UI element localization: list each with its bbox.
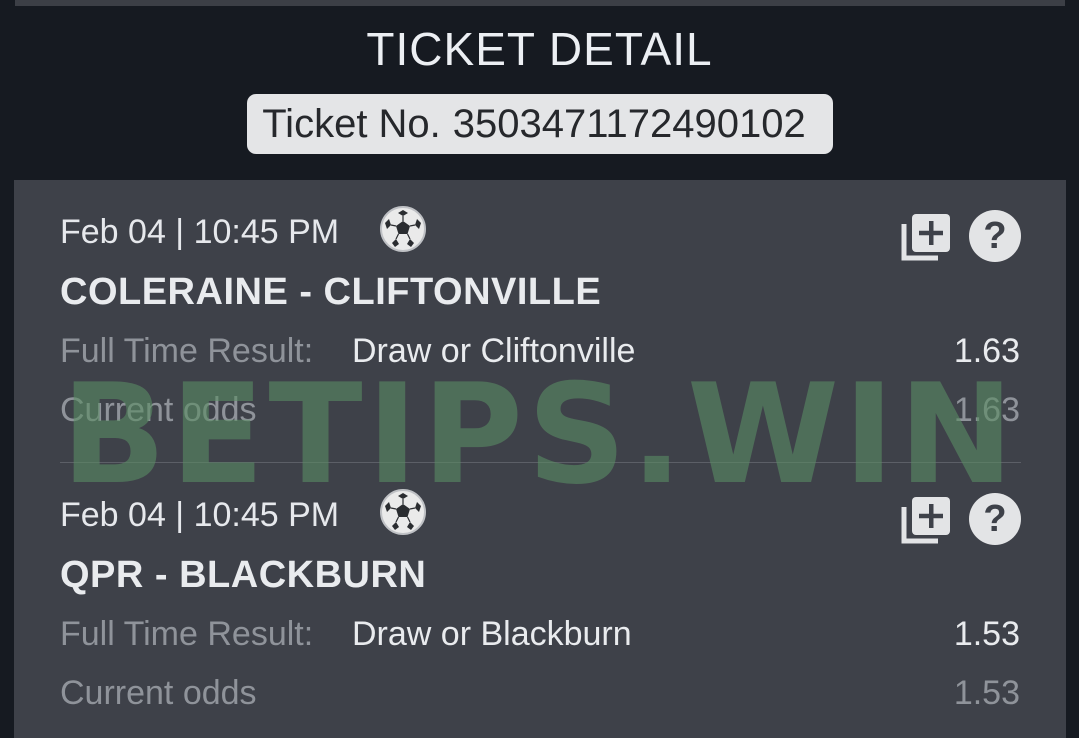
bet-odds: 1.53 — [953, 615, 1020, 653]
help-icon[interactable]: ? — [969, 210, 1021, 262]
top-bar — [15, 0, 1065, 6]
help-icon[interactable]: ? — [969, 493, 1021, 545]
current-odds-label: Current odds — [60, 391, 257, 429]
page-title: TICKET DETAIL — [366, 23, 713, 75]
market-label: Full Time Result: — [60, 332, 314, 370]
ticket-number-value: 3503471172490102 — [452, 102, 806, 146]
bet-pick: Draw or Cliftonville — [352, 332, 636, 370]
ticket-number-label: Ticket No. — [262, 102, 441, 146]
bet-date: Feb 04 | 10:45 PM — [60, 496, 340, 534]
match-name: COLERAINE - CLIFTONVILLE — [60, 271, 602, 313]
bet-odds: 1.63 — [953, 332, 1020, 370]
match-name: QPR - BLACKBURN — [60, 554, 427, 596]
bet-pick: Draw or Blackburn — [352, 615, 632, 653]
ticket-number-badge: Ticket No. 3503471172490102 — [247, 94, 833, 154]
bets-panel: Feb 04 | 10:45 PM ? COLERAINE - CLIFTONV… — [14, 180, 1066, 738]
bet-date: Feb 04 | 10:45 PM — [60, 213, 340, 251]
divider — [60, 462, 1021, 463]
current-odds-label: Current odds — [60, 674, 257, 712]
market-label: Full Time Result: — [60, 615, 314, 653]
current-odds-value: 1.53 — [953, 674, 1020, 712]
soccer-ball-icon — [380, 489, 426, 535]
soccer-ball-icon — [380, 206, 426, 252]
add-to-betslip-icon[interactable] — [900, 495, 952, 547]
current-odds-value: 1.63 — [953, 391, 1020, 429]
add-to-betslip-icon[interactable] — [900, 212, 952, 264]
